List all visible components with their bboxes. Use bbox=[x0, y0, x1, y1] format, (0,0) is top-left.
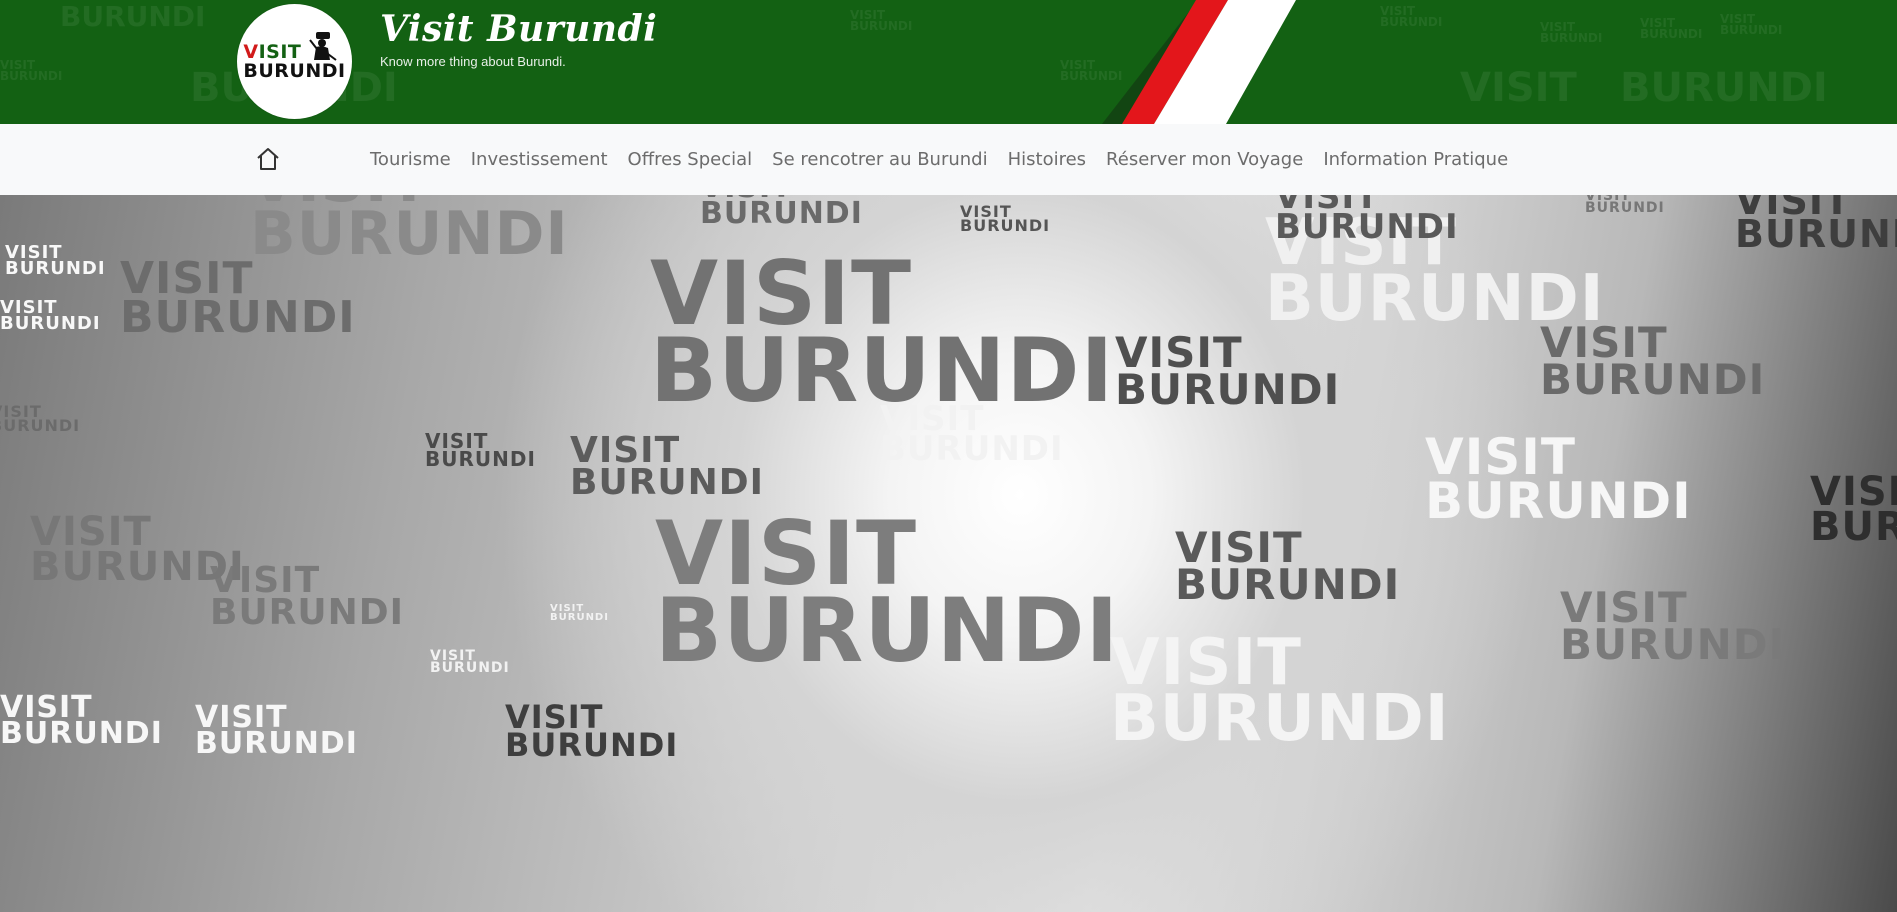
site-tagline: Know more thing about Burundi. bbox=[380, 54, 566, 69]
watermark-logo: VISITBURUNDI bbox=[650, 242, 1115, 423]
watermark-logo: VISITBURUNDI bbox=[30, 509, 245, 591]
watermark-logo: VISITBURUNDI bbox=[1115, 328, 1341, 414]
nav-menu: Tourisme Investissement Offres Special S… bbox=[360, 124, 1518, 195]
watermark-logo: VISITBURUNDI bbox=[1735, 195, 1897, 257]
hero-banner: VISIT BURUNDI VISIT BURUNDI VISIT BURUNDI VISI… bbox=[0, 195, 1897, 912]
watermark-logo: VISITBURUNDI bbox=[1175, 523, 1401, 609]
watermark-logo: VISITBURUNDI bbox=[1585, 195, 1665, 217]
watermark-logo: VISITBURUNDI bbox=[1110, 626, 1450, 757]
watermark-logo: VISITBURUNDI bbox=[700, 195, 863, 232]
watermark-logo: VISITBURUNDI bbox=[425, 429, 536, 471]
watermark-logo: VISITBURUNDI bbox=[1810, 469, 1897, 551]
watermark-logo: VISITBURUNDI bbox=[570, 430, 765, 503]
watermark-logo: VISITBURUNDI bbox=[655, 502, 1120, 683]
nav-item-se-rencontrer[interactable]: Se rencotrer au Burundi bbox=[762, 149, 997, 170]
watermark-logo: VISITBURUNDI bbox=[120, 253, 356, 343]
watermark-logo: VISITBURUNDI bbox=[0, 690, 163, 752]
drummer-icon bbox=[309, 32, 337, 61]
watermark-logo: VISITBURUNDI bbox=[0, 402, 81, 436]
watermark-logo: VISITBURUNDI bbox=[1275, 195, 1459, 247]
watermark-logo: VISITBURUNDI bbox=[430, 648, 510, 677]
watermark-logo: VISITBURUNDI bbox=[1425, 428, 1692, 530]
watermark-logo: VISITBURUNDI bbox=[5, 242, 106, 279]
home-icon bbox=[257, 148, 279, 170]
main-navigation: Tourisme Investissement Offres Special S… bbox=[0, 124, 1897, 195]
nav-item-reserver-voyage[interactable]: Réserver mon Voyage bbox=[1096, 149, 1313, 170]
nav-item-offres-special[interactable]: Offres Special bbox=[618, 149, 763, 170]
site-header: BURUNDI BURUNDI VISITBURUNDI VISITBURUND… bbox=[0, 0, 1897, 124]
flag-stripe bbox=[1102, 0, 1296, 124]
nav-item-tourisme[interactable]: Tourisme bbox=[360, 149, 461, 170]
nav-item-histoires[interactable]: Histoires bbox=[998, 149, 1096, 170]
watermark-logo: VISITBURUNDI bbox=[960, 202, 1051, 236]
watermark-logo: VISITBURUNDI bbox=[505, 698, 679, 765]
watermark-logo: VISITBURUNDI bbox=[550, 603, 609, 623]
watermark-logo: VISITBURUNDI bbox=[250, 195, 569, 269]
nav-item-investissement[interactable]: Investissement bbox=[461, 149, 618, 170]
watermark-logo: VISITBURUNDI bbox=[1560, 583, 1786, 669]
watermark-logo: VISITBURUNDI bbox=[1540, 318, 1766, 404]
watermark-logo: VISITBURUNDI bbox=[195, 700, 358, 762]
site-logo[interactable]: VISIT BURUNDI bbox=[237, 4, 352, 119]
watermark-logo: VISITBURUNDI bbox=[880, 399, 1064, 469]
home-link[interactable] bbox=[254, 146, 282, 172]
site-title[interactable]: Visit Burundi bbox=[380, 8, 657, 50]
nav-item-information-pratique[interactable]: Information Pratique bbox=[1313, 149, 1518, 170]
watermark-logo: VISITBURUNDI bbox=[0, 297, 101, 334]
